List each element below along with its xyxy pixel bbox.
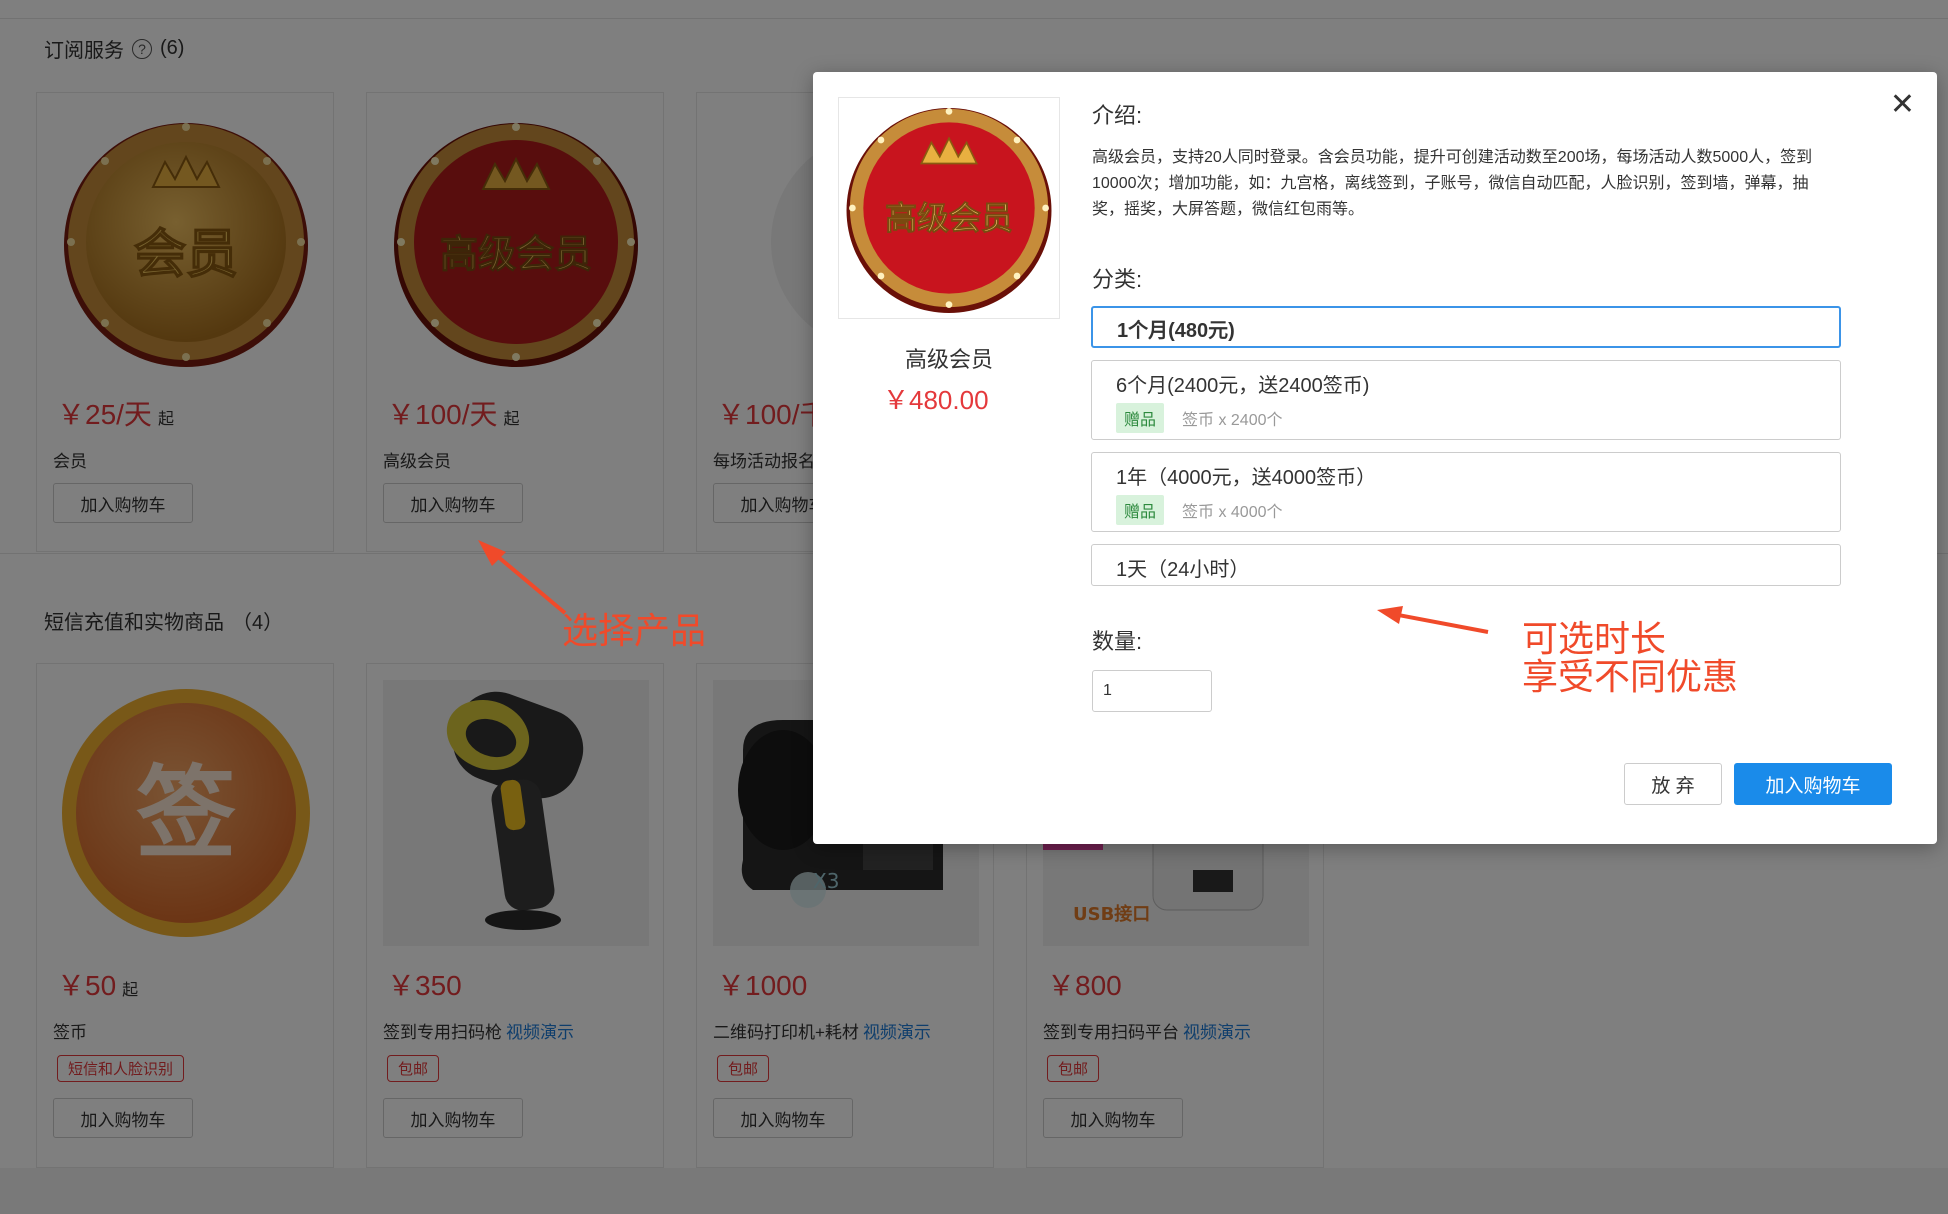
annotation-select-product: 选择产品 xyxy=(562,610,707,651)
modal-product-name: 高级会员 xyxy=(904,347,993,372)
close-icon[interactable]: ✕ xyxy=(1890,90,1915,120)
annotation-line-2: 享受不同优惠 xyxy=(1522,656,1739,697)
quantity-label: 数量: xyxy=(1092,629,1143,654)
gift-tag: 赠品 xyxy=(1116,403,1165,433)
annotation-arrow-duration xyxy=(1377,606,1489,634)
gift-text: 签币 x 2400个 xyxy=(1182,412,1283,429)
option-6-months[interactable]: 6个月(2400元，送2400签币) 赠品 签币 x 2400个 xyxy=(1091,360,1841,440)
annotation-arrow-select xyxy=(478,540,567,615)
add-to-cart-button[interactable]: 加入购物车 xyxy=(1734,763,1892,805)
option-label: 1个月(480元) xyxy=(1117,320,1235,342)
category-label: 分类: xyxy=(1092,267,1143,292)
quantity-input[interactable]: 1 xyxy=(1092,670,1212,712)
option-label: 1天（24小时） xyxy=(1116,559,1250,581)
cancel-button[interactable]: 放 弃 xyxy=(1624,763,1722,805)
annotation-duration: 可选时长 享受不同优惠 xyxy=(1522,620,1738,696)
product-options-dialog: ✕ 高级会员 高级会员 ￥480.00 介绍: 高级会员，支持20人同时登录。含… xyxy=(813,72,1937,844)
gift-tag: 赠品 xyxy=(1116,495,1165,525)
product-description: 高级会员，支持20人同时登录。含会员功能，提升可创建活动数至200场，每场活动人… xyxy=(1092,149,1813,218)
gift-text: 签币 x 4000个 xyxy=(1182,504,1283,521)
modal-product-image: 高级会员 xyxy=(838,97,1060,319)
gift-info: 赠品 签币 x 4000个 xyxy=(1116,495,1283,525)
option-1-day[interactable]: 1天（24小时） xyxy=(1091,544,1841,586)
option-1-year[interactable]: 1年（4000元，送4000签币） 赠品 签币 x 4000个 xyxy=(1091,452,1841,532)
badge-text: 高级会员 xyxy=(885,199,1013,237)
option-label: 6个月(2400元，送2400签币) xyxy=(1116,375,1370,397)
gift-info: 赠品 签币 x 2400个 xyxy=(1116,403,1283,433)
annotation-line-1: 可选时长 xyxy=(1522,618,1667,659)
option-1-month[interactable]: 1个月(480元) xyxy=(1091,306,1841,348)
modal-product-price: ￥480.00 xyxy=(883,385,989,415)
intro-label: 介绍: xyxy=(1092,103,1143,128)
option-label: 1年（4000元，送4000签币） xyxy=(1116,467,1377,489)
